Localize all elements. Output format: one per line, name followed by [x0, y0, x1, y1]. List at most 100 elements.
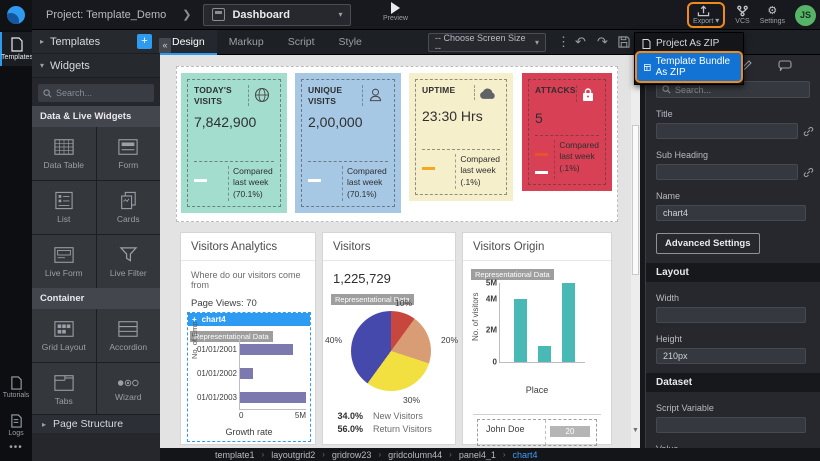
data-table-icon [54, 138, 74, 156]
pie-label: 40% [325, 335, 342, 345]
y-axis-label: No. of visitors [471, 293, 480, 341]
advanced-settings-button[interactable]: Advanced Settings [656, 233, 760, 254]
kebab-menu-icon[interactable]: ⋮ [557, 33, 570, 51]
chart4-widget-selected[interactable]: + chart4 Representational Data 01/01/200… [187, 312, 311, 442]
widget-wizard[interactable]: Wizard [97, 363, 161, 416]
list-icon [55, 191, 73, 210]
breadcrumb-item-current[interactable]: chart4 [513, 450, 538, 460]
add-template-button[interactable]: + [137, 34, 152, 49]
rail-more-button[interactable]: ••• [0, 442, 32, 453]
pie-chart-wrap: 10% 20% 30% 40% [351, 311, 431, 391]
breadcrumb-item[interactable]: layoutgrid2 [271, 450, 315, 460]
lock-icon [581, 87, 595, 102]
panel-visitors-origin[interactable]: Visitors Origin Representational Data 5M… [462, 232, 612, 445]
chat-icon[interactable] [778, 60, 792, 71]
widget-form[interactable]: Form [97, 127, 161, 180]
redo-icon[interactable]: ↷ [597, 33, 608, 51]
subheading-input[interactable] [656, 164, 798, 180]
height-label: Height [656, 334, 810, 344]
breadcrumb-item[interactable]: gridcolumn44 [388, 450, 442, 460]
stat-card-attacks[interactable]: ATTACKS 5 Compared last week (.1%) [522, 73, 612, 191]
bar-2002 [240, 368, 253, 379]
breadcrumb-item[interactable]: gridrow23 [332, 450, 372, 460]
settings-button[interactable]: ⚙ Settings [760, 6, 785, 25]
tab-style[interactable]: Style [327, 30, 374, 55]
widget-search-input[interactable] [56, 88, 149, 98]
chevron-right-icon: ▸ [42, 420, 46, 429]
widget-tabs[interactable]: Tabs [32, 363, 96, 416]
widget-live-filter[interactable]: Live Filter [97, 235, 161, 288]
trend-bar [535, 140, 554, 179]
tab-script[interactable]: Script [276, 30, 327, 55]
data-table-widget[interactable]: John Doe 20 [477, 419, 597, 446]
templates-section-header[interactable]: ▸ Templates + [32, 30, 160, 54]
link-icon[interactable] [803, 167, 814, 178]
tab-markup[interactable]: Markup [217, 30, 276, 55]
widget-live-form[interactable]: Live Form [32, 235, 96, 288]
height-input[interactable] [656, 348, 806, 364]
rail-tab-templates[interactable]: Templates [0, 32, 32, 66]
title-input[interactable] [656, 123, 798, 139]
stat-card-uptime[interactable]: UPTIME 23:30 Hrs Compared last week (.1%… [409, 73, 513, 201]
visitors-total: 1,225,729 [323, 261, 455, 289]
widget-data-table[interactable]: Data Table [32, 127, 96, 180]
widget-accordion[interactable]: Accordion [97, 309, 161, 362]
horizontal-bar-chart: 01/01/2001 01/01/2002 01/01/2003 0 5M [192, 337, 306, 420]
accordion-icon [118, 320, 138, 338]
widget-list[interactable]: List [32, 181, 96, 234]
widget-grid-layout[interactable]: Grid Layout [32, 309, 96, 362]
play-icon [391, 2, 400, 14]
menu-item-project-as-zip[interactable]: Project As ZIP [635, 35, 743, 52]
undo-icon[interactable]: ↶ [575, 33, 586, 51]
chevron-down-icon: ▾ [715, 16, 719, 25]
preview-button[interactable]: Preview [383, 2, 408, 22]
stat-cards-row: TODAY'S VISITS 7,842,900 Compared last w… [176, 66, 618, 222]
screen-size-select[interactable]: -- Choose Screen Size -- ▾ [428, 33, 546, 52]
collapse-panel-button[interactable]: « [159, 38, 171, 53]
grid-layout-icon [54, 320, 74, 338]
document-icon [642, 39, 651, 49]
left-icon-rail: Templates Tutorials Logs ••• [0, 30, 32, 461]
cloud-icon [479, 87, 497, 100]
breadcrumb-item[interactable]: template1 [215, 450, 255, 460]
x-tick: 5M [295, 411, 306, 420]
rail-tab-logs[interactable]: Logs [0, 409, 32, 442]
stat-card-unique-visits[interactable]: UNIQUE VISITS 2,00,000 Compared last wee… [295, 73, 401, 213]
name-input[interactable] [656, 205, 806, 221]
page-structure-section[interactable]: ▸ Page Structure [32, 414, 160, 433]
script-variable-input[interactable] [656, 417, 806, 433]
panel-subtitle: Where do our visitors come from [181, 261, 315, 290]
page-selector-dropdown[interactable]: Dashboard ▾ [203, 4, 351, 26]
app-logo[interactable] [0, 0, 32, 30]
panel-visitors[interactable]: Visitors 1,225,729 Representational Data… [322, 232, 456, 445]
design-canvas[interactable]: TODAY'S VISITS 7,842,900 Compared last w… [160, 55, 640, 448]
pie-chart [351, 311, 431, 391]
properties-search-input[interactable] [675, 85, 804, 95]
widgets-section-header[interactable]: ▾ Widgets [32, 54, 160, 78]
panel-title: Visitors [323, 233, 455, 261]
cards-icon [119, 191, 137, 210]
name-label: Name [656, 191, 810, 201]
search-icon [43, 89, 52, 98]
widget-selection-header[interactable]: + chart4 [188, 313, 310, 326]
width-input[interactable] [656, 307, 806, 323]
panel-visitors-analytics[interactable]: Visitors Analytics Where do our visitors… [180, 232, 316, 445]
rail-tab-tutorials[interactable]: Tutorials [0, 371, 32, 404]
canvas-scrollbar[interactable]: ▼ [631, 55, 640, 448]
pie-label: 20% [441, 335, 458, 345]
export-button[interactable]: Export ▾ [687, 2, 725, 28]
scrollbar-thumb[interactable] [632, 125, 639, 275]
link-icon[interactable] [803, 126, 814, 137]
widget-cards[interactable]: Cards [97, 181, 161, 234]
breadcrumb-item[interactable]: panel4_1 [459, 450, 496, 460]
save-icon[interactable] [618, 36, 630, 48]
page-icon [212, 8, 225, 21]
representational-data-badge: Representational Data [471, 269, 554, 280]
stat-card-todays-visits[interactable]: TODAY'S VISITS 7,842,900 Compared last w… [181, 73, 287, 213]
bar [514, 299, 527, 362]
scroll-down-icon[interactable]: ▼ [632, 427, 639, 434]
menu-item-template-bundle-as-zip[interactable]: Template Bundle As ZIP [637, 53, 741, 81]
vcs-button[interactable]: VCS [735, 5, 749, 25]
user-avatar[interactable]: JS [795, 5, 816, 26]
pie-label: 30% [403, 395, 420, 405]
